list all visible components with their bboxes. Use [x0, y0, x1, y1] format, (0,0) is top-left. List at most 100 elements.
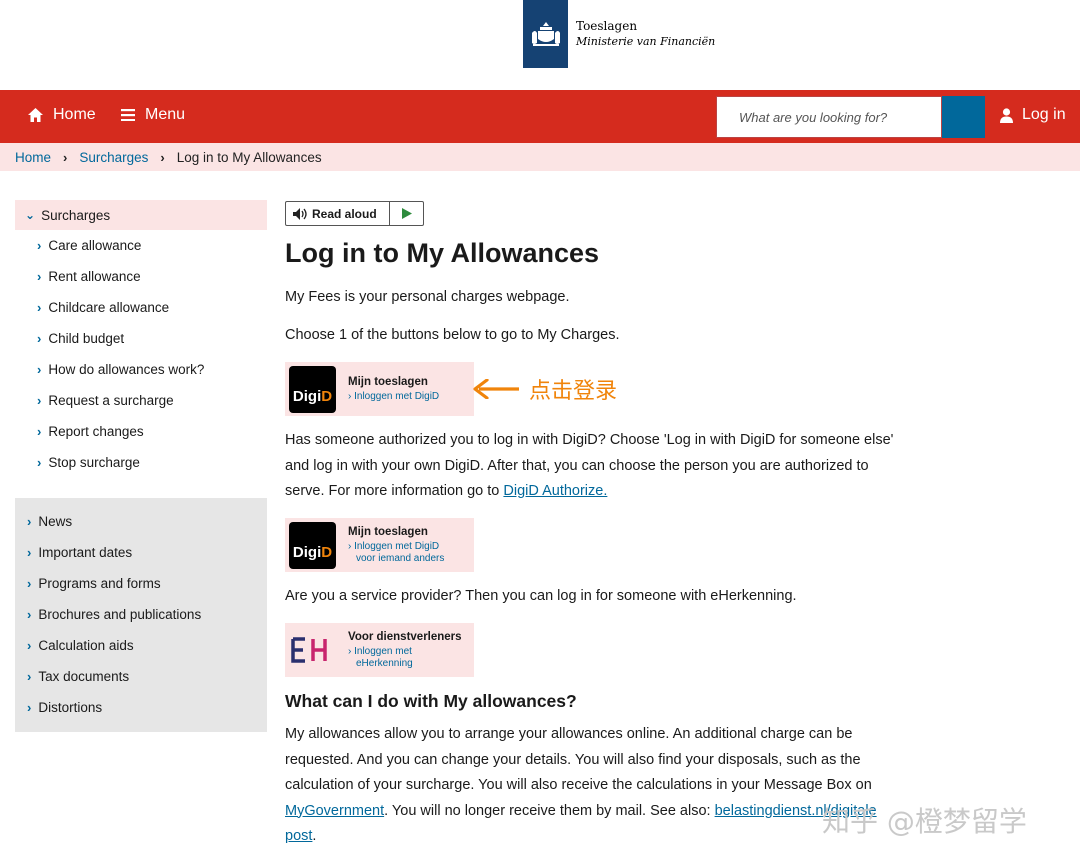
menu-label: Menu: [145, 106, 186, 123]
chevron-right-icon: ›: [37, 455, 42, 470]
tile-title: Voor dienstverleners: [348, 630, 462, 643]
tile-title: Mijn toeslagen: [348, 525, 428, 538]
sidebar-item-brochures[interactable]: › Brochures and publications: [15, 599, 267, 630]
chevron-right-icon: ›: [37, 331, 42, 346]
chevron-right-icon: ›: [27, 514, 32, 529]
breadcrumb-home[interactable]: Home: [15, 150, 51, 165]
sidebar-item-label: Request a surcharge: [48, 393, 174, 408]
brand-subtitle: Ministerie van Financiën: [576, 35, 716, 48]
tile-subtitle: › Inloggen met DigiD: [348, 390, 440, 402]
read-aloud-button[interactable]: Read aloud: [286, 202, 390, 225]
chevron-right-icon: ›: [160, 149, 165, 165]
tile-subtitle-2: eHerkenning: [356, 657, 413, 669]
sidebar-item-rent-allowance[interactable]: › Rent allowance: [15, 261, 267, 292]
chevron-right-icon: ›: [27, 576, 32, 591]
chevron-right-icon: ›: [27, 545, 32, 560]
chevron-right-icon: ›: [63, 149, 68, 165]
sidebar-surcharges: ⌄ Surcharges › Care allowance › Rent allow…: [15, 200, 267, 478]
chevron-right-icon: ›: [37, 238, 42, 253]
brand-name: Toeslagen: [576, 19, 638, 33]
sidebar-secondary: › News › Important dates › Programs and for…: [15, 498, 267, 732]
sidebar-item-stop-surcharge[interactable]: › Stop surcharge: [15, 447, 267, 478]
login-label: Log in: [1022, 106, 1066, 123]
sidebar-item-calculation-aids[interactable]: › Calculation aids: [15, 630, 267, 661]
choose-text: Choose 1 of the buttons below to go to M…: [285, 327, 620, 343]
search-button[interactable]: [942, 96, 985, 138]
sidebar-item-label: Calculation aids: [38, 638, 134, 653]
sidebar-section-title: Surcharges: [41, 207, 111, 223]
section-heading: What can I do with My allowances?: [285, 691, 577, 711]
search-field-container: [716, 96, 942, 138]
sidebar-item-how-allowances-work[interactable]: › How do allowances work?: [15, 354, 267, 385]
chevron-right-icon: ›: [37, 393, 42, 408]
chevron-right-icon: ›: [27, 669, 32, 684]
sidebar-item-request-surcharge[interactable]: › Request a surcharge: [15, 385, 267, 416]
chevron-right-icon: ›: [37, 362, 42, 377]
tile-title: Mijn toeslagen: [348, 375, 428, 388]
read-aloud-widget: Read aloud: [285, 201, 424, 226]
chevron-right-icon: ›: [37, 269, 42, 284]
sidebar-item-label: Stop surcharge: [48, 455, 140, 470]
sidebar-item-label: Care allowance: [48, 238, 142, 253]
login-button[interactable]: Log in: [1000, 106, 1066, 124]
chevron-down-icon: ⌄: [25, 208, 36, 222]
sidebar-item-label: How do allowances work?: [48, 362, 205, 377]
intro-text: My Fees is your personal charges webpage…: [285, 289, 570, 305]
home-nav-link[interactable]: Home: [28, 106, 96, 124]
sidebar-item-tax-documents[interactable]: › Tax documents: [15, 661, 267, 692]
chevron-right-icon: ›: [27, 607, 32, 622]
digid-logo-icon: Digi D: [289, 521, 336, 569]
page-title: Log in to My Allowances: [285, 238, 600, 268]
digid-logo-icon: Digi D: [289, 365, 336, 413]
breadcrumb-surcharges[interactable]: Surcharges: [79, 150, 148, 165]
play-button[interactable]: [390, 208, 423, 219]
home-icon: [28, 108, 43, 122]
sidebar-item-care-allowance[interactable]: › Care allowance: [15, 230, 267, 261]
annotation-text: 点击登录: [529, 379, 618, 404]
sidebar-item-childcare-allowance[interactable]: › Childcare allowance: [15, 292, 267, 323]
sidebar-section-surcharges[interactable]: ⌄ Surcharges: [15, 200, 267, 230]
mygovernment-link[interactable]: MyGovernment: [285, 803, 384, 819]
sidebar-item-label: Rent allowance: [48, 269, 141, 284]
chevron-right-icon: ›: [27, 638, 32, 653]
hamburger-icon: [121, 109, 135, 121]
sidebar-item-news[interactable]: › News: [15, 506, 267, 537]
top-navigation-bar: Home Menu Log in: [0, 90, 1080, 143]
site-logo[interactable]: Toeslagen Ministerie van Financiën: [523, 0, 715, 68]
body-text: My allowances allow you to arrange your …: [285, 726, 877, 844]
tile-subtitle-2: voor iemand anders: [356, 552, 445, 564]
sidebar-item-distortions[interactable]: › Distortions: [15, 692, 267, 723]
user-icon: [1000, 107, 1013, 123]
chevron-right-icon: ›: [27, 700, 32, 715]
sidebar-item-label: Distortions: [38, 700, 103, 715]
tile-subtitle: › Inloggen met DigiD: [348, 540, 440, 552]
speaker-icon: [293, 207, 307, 220]
arrow-left-icon: [473, 379, 519, 399]
sidebar-item-label: Tax documents: [38, 669, 130, 684]
sidebar-item-label: Child budget: [48, 331, 125, 346]
sidebar-item-label: Report changes: [48, 424, 144, 439]
breadcrumb-current: Log in to My Allowances: [176, 149, 322, 165]
annotation-click-login: 点击登录: [473, 373, 617, 405]
menu-button[interactable]: Menu: [121, 106, 185, 124]
tile-subtitle: › Inloggen met: [348, 645, 412, 657]
sidebar-item-label: Programs and forms: [38, 576, 161, 591]
eherkenning-login-tile[interactable]: Voor dienstverleners › Inloggen met eHer…: [285, 623, 474, 677]
sidebar-item-programs-forms[interactable]: › Programs and forms: [15, 568, 267, 599]
sidebar-item-label: News: [38, 514, 73, 529]
play-icon: [401, 208, 412, 219]
crest-icon: [523, 0, 568, 68]
home-label: Home: [53, 106, 96, 123]
provider-text: Are you a service provider? Then you can…: [285, 588, 797, 604]
sidebar-item-report-changes[interactable]: › Report changes: [15, 416, 267, 447]
digid-authorize-link[interactable]: DigiD Authorize.: [503, 483, 607, 499]
digid-login-someone-else-tile[interactable]: Digi D Mijn toeslagen › Inloggen met Digi…: [285, 518, 474, 572]
digid-login-tile[interactable]: Digi D Mijn toeslagen › Inloggen met Digi…: [285, 362, 474, 416]
search-input[interactable]: [717, 97, 941, 137]
sidebar-item-label: Brochures and publications: [38, 607, 202, 622]
sidebar-item-important-dates[interactable]: › Important dates: [15, 537, 267, 568]
sidebar-item-label: Important dates: [38, 545, 133, 560]
eherkenning-logo-icon: [289, 627, 336, 674]
sidebar-item-child-budget[interactable]: › Child budget: [15, 323, 267, 354]
read-aloud-label: Read aloud: [312, 206, 377, 221]
